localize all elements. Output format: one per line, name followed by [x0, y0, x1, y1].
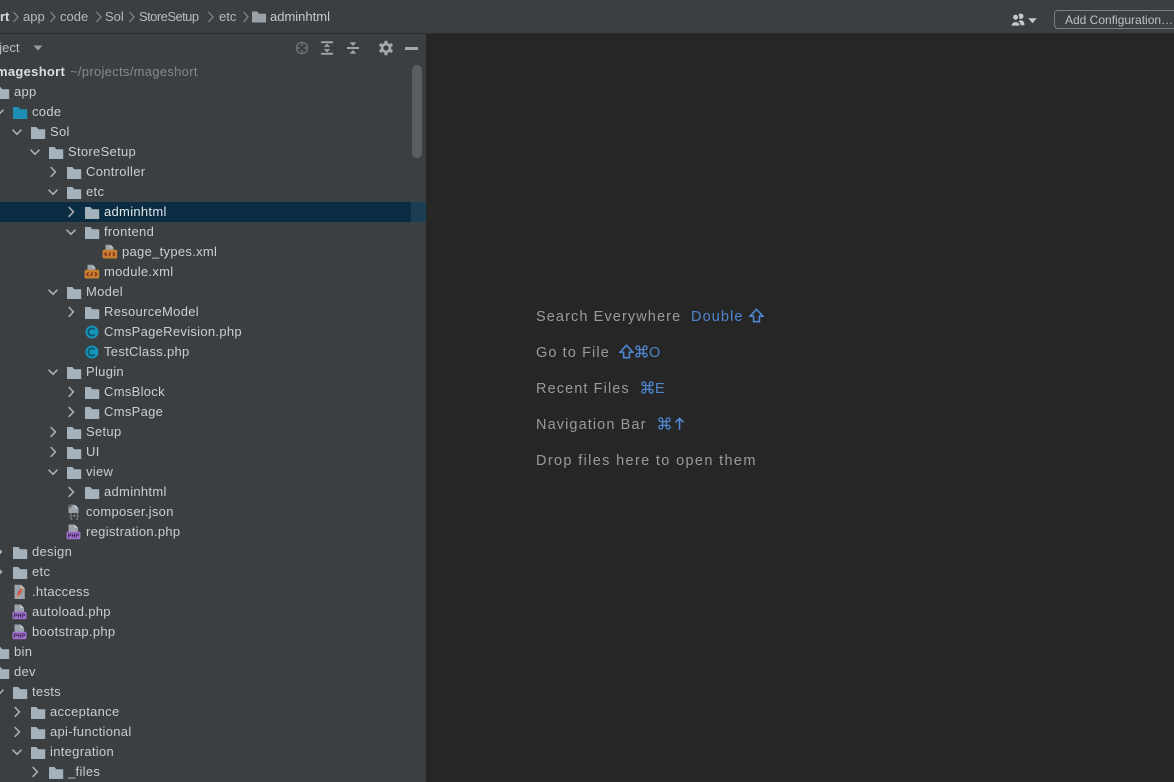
svg-text:PHP: PHP [14, 614, 26, 620]
svg-text:{•}: {•} [69, 511, 79, 520]
svg-text:PHP: PHP [68, 534, 80, 540]
svg-text:PHP: PHP [14, 634, 26, 640]
